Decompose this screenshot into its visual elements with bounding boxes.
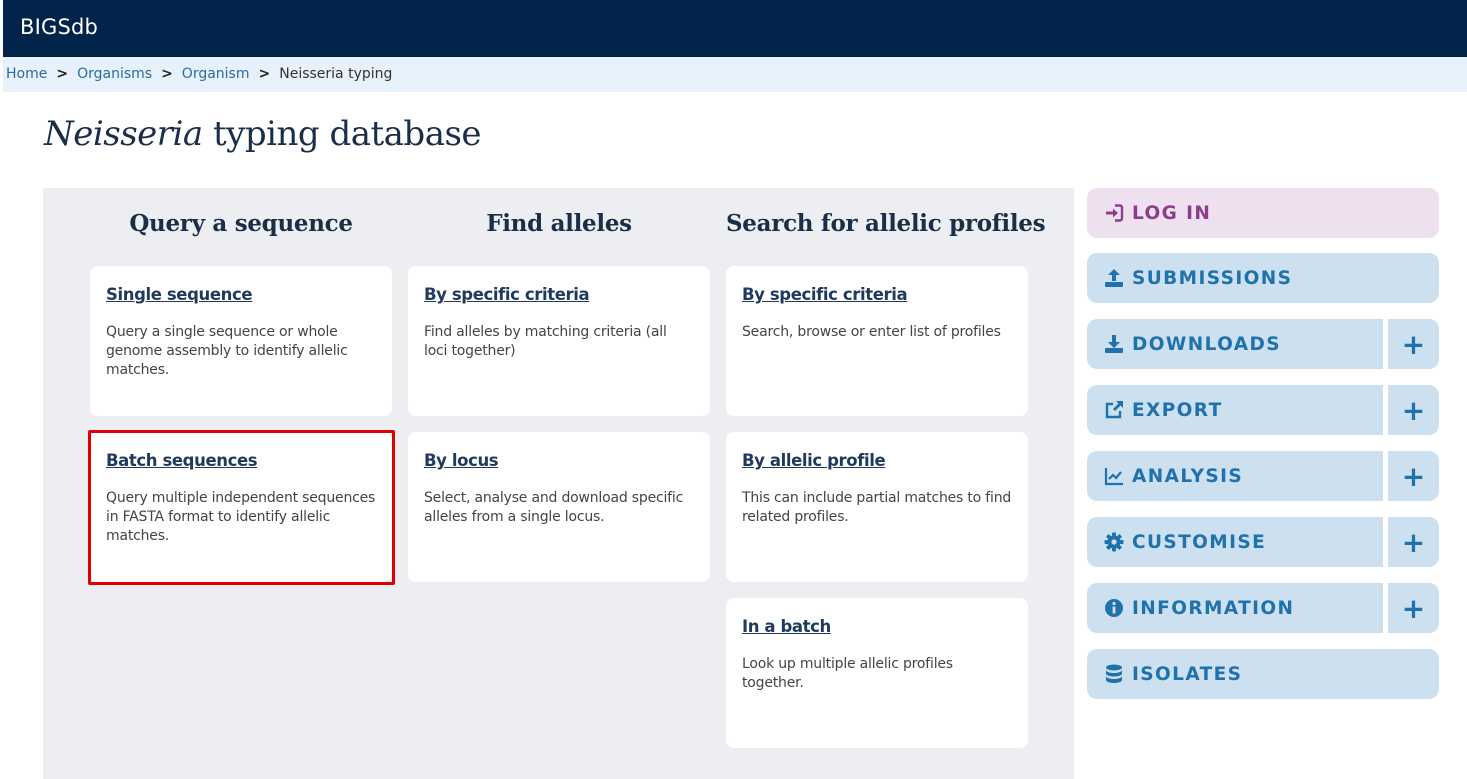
card-description: Search, browse or enter list of profiles	[742, 324, 1001, 340]
analysis-menu: ANALYSIS +	[1087, 451, 1439, 501]
submissions-label: SUBMISSIONS	[1132, 267, 1293, 289]
breadcrumb-current: Neisseria typing	[279, 66, 393, 82]
isolates-button[interactable]: ISOLATES	[1087, 649, 1439, 699]
card-description: Query a single sequence or whole genome …	[106, 324, 348, 378]
page-title-genus: Neisseria	[44, 114, 203, 154]
breadcrumb-separator: >	[258, 66, 271, 82]
information-menu: INFORMATION +	[1087, 583, 1439, 633]
alleles-specific-criteria-link[interactable]: By specific criteria	[424, 285, 590, 304]
card-by-locus: By locus Select, analyse and download sp…	[408, 432, 710, 582]
card-profiles-specific-criteria: By specific criteria Search, browse or e…	[726, 266, 1028, 416]
export-label: EXPORT	[1132, 399, 1223, 421]
login-button[interactable]: LOG IN	[1087, 188, 1439, 238]
card-batch-sequences: Batch sequences Query multiple independe…	[90, 432, 392, 582]
top-header-bar: BIGSdb	[3, 0, 1467, 57]
column-heading-allelic-profiles: Search for allelic profiles	[726, 210, 1046, 237]
customise-button[interactable]: CUSTOMISE	[1087, 517, 1383, 567]
in-a-batch-link[interactable]: In a batch	[742, 617, 831, 636]
info-circle-icon	[1104, 598, 1124, 618]
downloads-expand-button[interactable]: +	[1388, 319, 1439, 369]
single-sequence-link[interactable]: Single sequence	[106, 285, 253, 304]
page-title-rest: typing database	[202, 114, 482, 154]
gear-icon	[1104, 532, 1124, 552]
card-description: Find alleles by matching criteria (all l…	[424, 324, 667, 359]
downloads-menu: DOWNLOADS +	[1087, 319, 1439, 369]
export-expand-button[interactable]: +	[1388, 385, 1439, 435]
by-locus-link[interactable]: By locus	[424, 451, 499, 470]
page-title: Neisseria typing database	[44, 114, 482, 154]
downloads-label: DOWNLOADS	[1132, 333, 1281, 355]
card-description: Query multiple independent sequences in …	[106, 490, 376, 544]
isolates-label: ISOLATES	[1132, 663, 1243, 685]
analysis-label: ANALYSIS	[1132, 465, 1244, 487]
database-icon	[1104, 664, 1124, 684]
export-menu: EXPORT +	[1087, 385, 1439, 435]
breadcrumb-home[interactable]: Home	[6, 66, 47, 82]
customise-expand-button[interactable]: +	[1388, 517, 1439, 567]
login-label: LOG IN	[1132, 202, 1212, 224]
card-description: Select, analyse and download specific al…	[424, 490, 684, 525]
downloads-button[interactable]: DOWNLOADS	[1087, 319, 1383, 369]
breadcrumb: Home > Organisms > Organism > Neisseria typing	[3, 57, 1467, 92]
chart-line-icon	[1104, 466, 1124, 486]
customise-menu: CUSTOMISE +	[1087, 517, 1439, 567]
batch-sequences-link[interactable]: Batch sequences	[106, 451, 258, 470]
card-description: Look up multiple allelic profiles togeth…	[742, 656, 953, 691]
card-description: This can include partial matches to find…	[742, 490, 1012, 525]
submissions-button[interactable]: SUBMISSIONS	[1087, 253, 1439, 303]
information-label: INFORMATION	[1132, 597, 1295, 619]
information-expand-button[interactable]: +	[1388, 583, 1439, 633]
card-alleles-specific-criteria: By specific criteria Find alleles by mat…	[408, 266, 710, 416]
customise-label: CUSTOMISE	[1132, 531, 1267, 553]
breadcrumb-separator: >	[56, 66, 69, 82]
card-by-allelic-profile: By allelic profile This can include part…	[726, 432, 1028, 582]
information-button[interactable]: INFORMATION	[1087, 583, 1383, 633]
card-single-sequence: Single sequence Query a single sequence …	[90, 266, 392, 416]
upload-icon	[1104, 268, 1124, 288]
card-in-a-batch: In a batch Look up multiple allelic prof…	[726, 598, 1028, 748]
profiles-specific-criteria-link[interactable]: By specific criteria	[742, 285, 908, 304]
export-button[interactable]: EXPORT	[1087, 385, 1383, 435]
breadcrumb-organisms[interactable]: Organisms	[77, 66, 152, 82]
by-allelic-profile-link[interactable]: By allelic profile	[742, 451, 886, 470]
breadcrumb-organism[interactable]: Organism	[182, 66, 250, 82]
column-heading-find-alleles: Find alleles	[486, 210, 632, 237]
download-icon	[1104, 334, 1124, 354]
brand-logo-text[interactable]: BIGSdb	[20, 15, 98, 39]
external-link-icon	[1104, 400, 1124, 420]
column-heading-query-sequence: Query a sequence	[129, 210, 353, 237]
analysis-expand-button[interactable]: +	[1388, 451, 1439, 501]
breadcrumb-separator: >	[161, 66, 173, 82]
analysis-button[interactable]: ANALYSIS	[1087, 451, 1383, 501]
sign-in-icon	[1104, 203, 1124, 223]
